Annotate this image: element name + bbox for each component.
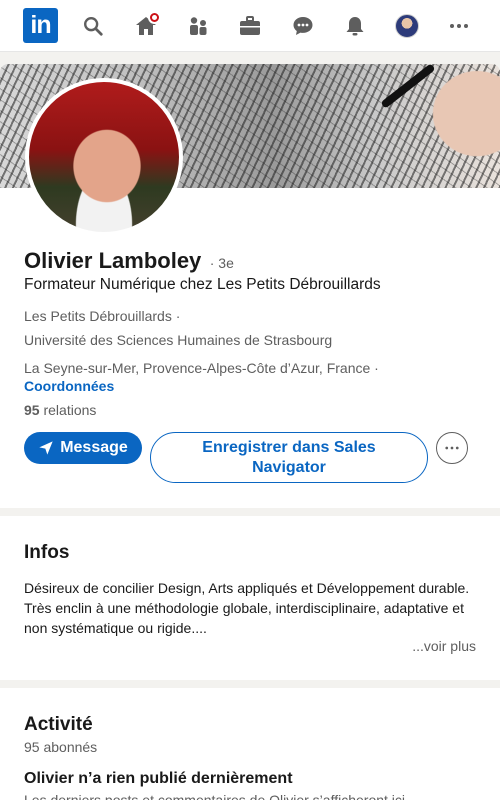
profile-name: Olivier Lamboley [24,248,202,273]
about-title: Infos [24,542,70,563]
connection-degree: · 3e [209,255,234,271]
profile-name-row: Olivier Lamboley · 3e [24,248,234,274]
me-menu-button[interactable] [389,8,425,44]
top-navigation-bar: in [0,0,500,52]
no-recent-posts-heading: Olivier n’a rien publié dernièrement [24,770,293,787]
notifications-icon[interactable] [337,8,373,44]
about-text-line-1: Désireux de concilier Design, Arts appli… [24,580,470,596]
jobs-icon[interactable] [232,8,268,44]
messaging-icon[interactable] [285,8,321,44]
followers-count[interactable]: 95 abonnés [24,739,97,755]
activity-section: Activité 95 abonnés Olivier n’a rien pub… [0,688,500,800]
my-network-icon[interactable] [180,8,216,44]
profile-photo[interactable] [25,78,183,236]
about-section: Infos Désireux de concilier Design, Arts… [0,516,500,680]
profile-location: La Seyne-sur-Mer, Provence-Alpes-Côte d’… [24,360,379,376]
home-icon[interactable] [128,8,164,44]
profile-card: Olivier Lamboley · 3e Formateur Numériqu… [0,64,500,508]
send-icon [39,441,53,455]
search-icon[interactable] [75,8,111,44]
no-recent-posts-description: Les derniers posts et commentaires de Ol… [24,792,409,800]
profile-headline: Formateur Numérique chez Les Petits Débr… [24,276,381,293]
activity-title: Activité [24,714,93,735]
notification-badge [148,11,161,24]
profile-more-actions-button[interactable] [436,432,468,464]
connections-number: 95 [24,402,40,418]
about-text: Désireux de concilier Design, Arts appli… [24,578,476,638]
contact-info-link[interactable]: Coordonnées [24,378,114,394]
connections-count[interactable]: 95 relations [24,402,96,418]
message-button[interactable]: Message [24,432,142,464]
connections-label: relations [43,402,97,418]
sales-navigator-button-label: Enregistrer dans Sales Navigator [202,438,376,476]
more-horizontal-icon [445,446,459,450]
education-school[interactable]: Université des Sciences Humaines de Stra… [24,332,332,348]
me-avatar [395,14,419,38]
more-icon[interactable] [441,8,477,44]
save-to-sales-navigator-button[interactable]: Enregistrer dans Sales Navigator [150,432,428,483]
about-text-line-2: Très enclin à une méthodologie globale, … [24,600,464,636]
linkedin-logo-icon[interactable]: in [23,8,58,43]
message-button-label: Message [60,439,128,456]
see-more-link[interactable]: ...voir plus [412,638,476,654]
current-company[interactable]: Les Petits Débrouillards · [24,308,180,324]
